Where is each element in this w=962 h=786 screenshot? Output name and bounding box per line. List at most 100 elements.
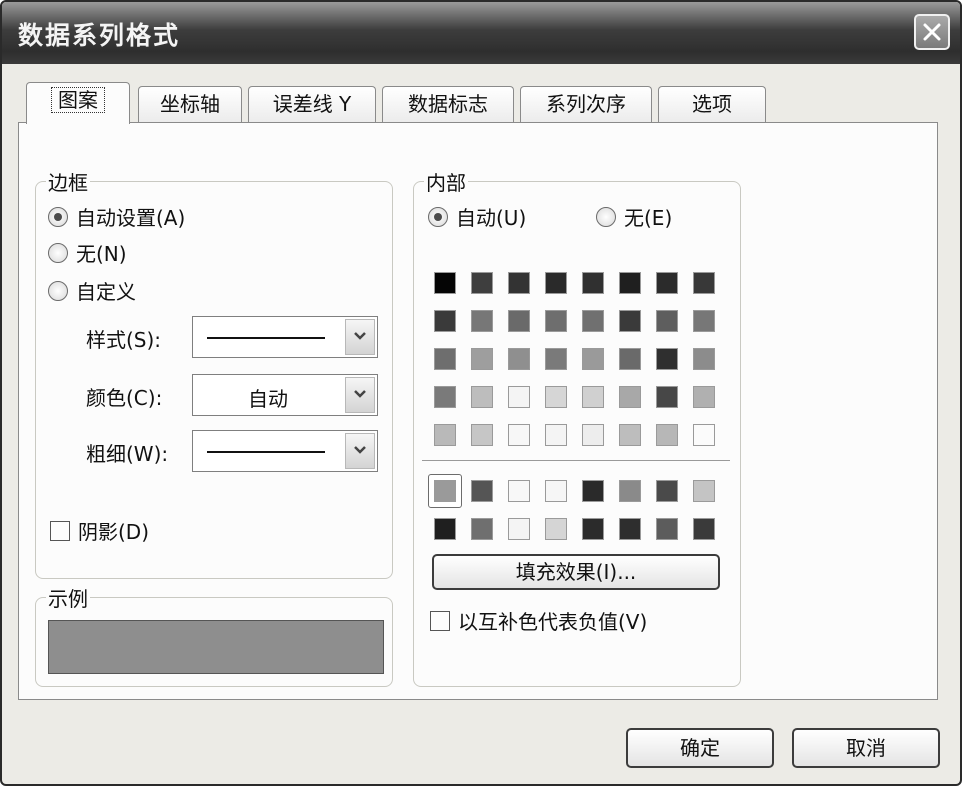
color-swatch[interactable] xyxy=(434,480,456,502)
color-swatch[interactable] xyxy=(508,480,530,502)
color-swatch[interactable] xyxy=(656,272,678,294)
color-swatch[interactable] xyxy=(471,272,493,294)
color-swatch[interactable] xyxy=(545,386,567,408)
border-custom-option[interactable]: 自定义 xyxy=(48,276,136,305)
color-swatch[interactable] xyxy=(582,348,604,370)
interior-auto-radio[interactable] xyxy=(428,206,448,227)
close-icon xyxy=(923,23,941,41)
border-custom-radio[interactable] xyxy=(48,280,68,301)
color-swatch[interactable] xyxy=(434,272,456,294)
color-swatch[interactable] xyxy=(471,518,493,540)
color-swatch[interactable] xyxy=(619,310,641,332)
ok-button[interactable]: 确定 xyxy=(626,728,774,768)
tab-series-order[interactable]: 系列次序 xyxy=(520,86,652,122)
weight-dropdown-arrow[interactable] xyxy=(345,433,375,469)
weight-dropdown[interactable] xyxy=(192,430,378,472)
invert-negative-checkbox[interactable] xyxy=(430,610,450,631)
chevron-down-icon xyxy=(354,390,366,398)
weight-line-preview xyxy=(207,451,325,453)
color-swatch[interactable] xyxy=(582,386,604,408)
color-value: 自动 xyxy=(248,387,288,411)
sample-legend: 示例 xyxy=(46,583,90,612)
color-swatch[interactable] xyxy=(545,424,567,446)
tab-pattern-label: 图案 xyxy=(51,87,105,113)
color-swatch[interactable] xyxy=(471,310,493,332)
color-swatch[interactable] xyxy=(693,386,715,408)
interior-auto-label: 自动(U) xyxy=(456,206,527,230)
color-swatch[interactable] xyxy=(656,348,678,370)
color-swatch[interactable] xyxy=(508,424,530,446)
invert-negative-option[interactable]: 以互补色代表负值(V) xyxy=(430,606,647,635)
format-data-series-dialog: 数据系列格式 图案 坐标轴 误差线 Y 数据标志 系列次序 选项 边框 自动设置… xyxy=(0,0,962,786)
tab-data-labels[interactable]: 数据标志 xyxy=(382,86,514,122)
color-swatch[interactable] xyxy=(545,518,567,540)
tab-panel-pattern: 边框 自动设置(A) 无(N) 自定义 样式(S): 颜色(C): 自动 粗细(… xyxy=(18,122,938,700)
border-none-radio[interactable] xyxy=(48,242,68,263)
color-swatch[interactable] xyxy=(545,272,567,294)
border-auto-radio[interactable] xyxy=(48,206,68,227)
color-swatch[interactable] xyxy=(582,480,604,502)
border-auto-option[interactable]: 自动设置(A) xyxy=(48,202,185,231)
color-swatch[interactable] xyxy=(693,348,715,370)
color-swatch[interactable] xyxy=(434,310,456,332)
tab-error-bars-y[interactable]: 误差线 Y xyxy=(248,86,376,122)
shadow-option[interactable]: 阴影(D) xyxy=(50,516,149,545)
tab-options[interactable]: 选项 xyxy=(658,86,766,122)
color-swatch[interactable] xyxy=(693,272,715,294)
color-swatch[interactable] xyxy=(693,424,715,446)
color-swatch[interactable] xyxy=(471,348,493,370)
color-swatch[interactable] xyxy=(619,480,641,502)
color-swatch[interactable] xyxy=(693,310,715,332)
color-swatch[interactable] xyxy=(619,272,641,294)
color-swatch[interactable] xyxy=(508,310,530,332)
shadow-checkbox[interactable] xyxy=(50,520,70,541)
color-swatch[interactable] xyxy=(434,386,456,408)
color-swatch[interactable] xyxy=(656,480,678,502)
color-dropdown-arrow[interactable] xyxy=(345,377,375,413)
color-swatch[interactable] xyxy=(508,518,530,540)
tab-axis[interactable]: 坐标轴 xyxy=(138,86,242,122)
color-swatch[interactable] xyxy=(582,310,604,332)
color-swatch[interactable] xyxy=(693,480,715,502)
color-swatch[interactable] xyxy=(545,348,567,370)
color-swatch[interactable] xyxy=(656,310,678,332)
color-swatch[interactable] xyxy=(434,424,456,446)
color-swatch[interactable] xyxy=(619,518,641,540)
style-dropdown-arrow[interactable] xyxy=(345,319,375,355)
color-swatch[interactable] xyxy=(656,386,678,408)
color-swatch[interactable] xyxy=(545,310,567,332)
color-swatch[interactable] xyxy=(508,272,530,294)
color-swatch[interactable] xyxy=(693,518,715,540)
color-swatch[interactable] xyxy=(434,518,456,540)
color-swatch[interactable] xyxy=(545,480,567,502)
border-legend: 边框 xyxy=(46,167,90,196)
color-swatch[interactable] xyxy=(508,348,530,370)
border-none-option[interactable]: 无(N) xyxy=(48,238,127,267)
color-swatch[interactable] xyxy=(619,424,641,446)
style-dropdown[interactable] xyxy=(192,316,378,358)
color-swatch[interactable] xyxy=(434,348,456,370)
color-swatch[interactable] xyxy=(582,424,604,446)
color-swatch[interactable] xyxy=(582,518,604,540)
color-swatch[interactable] xyxy=(471,386,493,408)
style-label: 样式(S): xyxy=(86,328,162,352)
color-swatch[interactable] xyxy=(471,480,493,502)
color-swatch[interactable] xyxy=(656,518,678,540)
fill-effects-button[interactable]: 填充效果(I)... xyxy=(432,554,720,590)
color-swatch[interactable] xyxy=(508,386,530,408)
interior-auto-option[interactable]: 自动(U) xyxy=(428,202,526,231)
interior-none-option[interactable]: 无(E) xyxy=(596,202,672,231)
interior-none-label: 无(E) xyxy=(624,206,673,230)
title-bar[interactable]: 数据系列格式 xyxy=(2,2,960,64)
color-swatch[interactable] xyxy=(619,386,641,408)
color-swatch[interactable] xyxy=(619,348,641,370)
color-swatch[interactable] xyxy=(656,424,678,446)
color-swatch[interactable] xyxy=(471,424,493,446)
cancel-button[interactable]: 取消 xyxy=(792,728,940,768)
close-button[interactable] xyxy=(914,14,950,50)
color-swatch[interactable] xyxy=(582,272,604,294)
tab-pattern[interactable]: 图案 xyxy=(26,82,130,124)
color-dropdown[interactable]: 自动 xyxy=(192,374,378,416)
weight-label: 粗细(W): xyxy=(86,442,169,466)
interior-none-radio[interactable] xyxy=(596,206,616,227)
